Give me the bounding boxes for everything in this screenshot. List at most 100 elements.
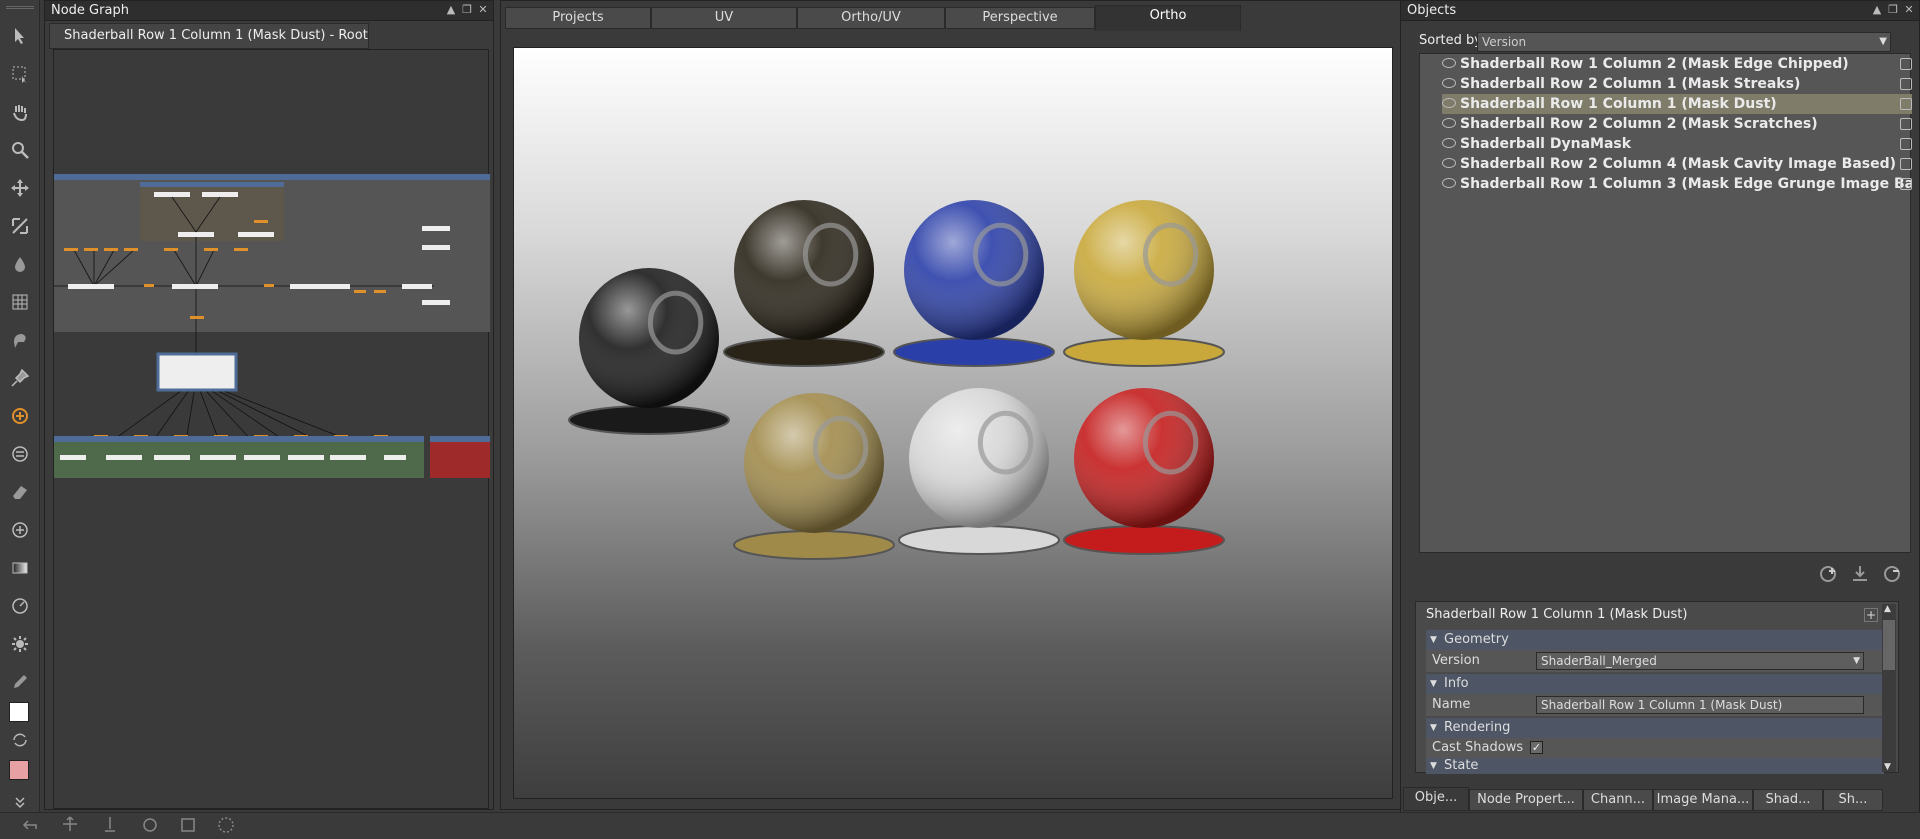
bottom-tab[interactable]: Obje...: [1403, 787, 1469, 811]
marquee-select-icon[interactable]: [8, 62, 32, 86]
swap-colors-icon[interactable]: [8, 728, 32, 752]
add-property-button[interactable]: +: [1864, 608, 1878, 622]
section-info[interactable]: ▼ Info: [1426, 674, 1884, 694]
up-arrow-icon[interactable]: ▲: [1871, 3, 1883, 17]
move-arrows-icon[interactable]: [8, 176, 32, 200]
version-select[interactable]: ShaderBall_Merged ▼: [1536, 652, 1864, 670]
visibility-eye-icon[interactable]: [1442, 178, 1456, 188]
object-list-item[interactable]: Shaderball Row 2 Column 4 (Mask Cavity I…: [1442, 154, 1912, 174]
smudge-icon[interactable]: [8, 328, 32, 352]
target-icon[interactable]: [8, 404, 32, 428]
layers-icon[interactable]: [8, 442, 32, 466]
collapse-triangle-icon[interactable]: ▼: [1430, 758, 1437, 774]
section-rendering[interactable]: ▼ Rendering: [1426, 718, 1884, 738]
anchor-icon[interactable]: [105, 817, 115, 832]
move-icon[interactable]: [63, 816, 77, 831]
scrollbar-thumb[interactable]: [1883, 620, 1895, 670]
eyedropper-icon[interactable]: [8, 670, 32, 694]
bottom-tab[interactable]: Chann...: [1583, 789, 1653, 811]
object-list-item[interactable]: Shaderball Row 1 Column 3 (Mask Edge Gru…: [1442, 174, 1912, 194]
section-state[interactable]: ▼ State: [1426, 758, 1884, 774]
object-list-item[interactable]: Shaderball Row 2 Column 1 (Mask Streaks): [1442, 74, 1912, 94]
node-graph-window-buttons: ▲ ❐ ✕: [445, 3, 489, 17]
hand-pan-icon[interactable]: [8, 100, 32, 124]
restore-icon[interactable]: ❐: [1887, 3, 1899, 17]
eraser-icon[interactable]: [8, 480, 32, 504]
name-field[interactable]: Shaderball Row 1 Column 1 (Mask Dust): [1536, 696, 1864, 714]
node-graph-tab[interactable]: Shaderball Row 1 Column 1 (Mask Dust) - …: [49, 23, 369, 49]
lock-icon[interactable]: [1900, 138, 1912, 150]
paint-drop-icon[interactable]: [8, 252, 32, 276]
lock-icon[interactable]: [1900, 58, 1912, 70]
properties-scrollbar[interactable]: ▲ ▼: [1882, 604, 1896, 772]
bottom-tab[interactable]: Sh...: [1823, 789, 1883, 811]
scroll-down-icon[interactable]: ▼: [1884, 762, 1891, 772]
restore-icon[interactable]: ❐: [461, 3, 473, 17]
lock-icon[interactable]: [1900, 178, 1912, 190]
undo-icon[interactable]: [22, 820, 37, 830]
close-icon[interactable]: ✕: [1903, 3, 1915, 17]
node-graph-canvas[interactable]: [53, 49, 490, 809]
lasso-icon[interactable]: [218, 817, 234, 833]
up-arrow-icon[interactable]: ▲: [445, 3, 457, 17]
bottom-tab[interactable]: Node Propert...: [1469, 789, 1583, 811]
object-name: Shaderball Row 1 Column 1 (Mask Dust): [1460, 96, 1777, 112]
lock-icon[interactable]: [1900, 98, 1912, 110]
visibility-eye-icon[interactable]: [1442, 78, 1456, 88]
add-circle-icon[interactable]: [8, 518, 32, 542]
tab-perspective[interactable]: Perspective: [945, 7, 1095, 29]
sorted-by-select[interactable]: Version ▼: [1477, 32, 1891, 52]
chevron-down-icon[interactable]: ▼: [1853, 653, 1860, 669]
expand-chevron-icon[interactable]: [8, 790, 32, 814]
tab-ortho[interactable]: Ortho: [1095, 5, 1241, 31]
object-properties: Shaderball Row 1 Column 1 (Mask Dust) + …: [1415, 601, 1899, 774]
tab-projects[interactable]: Projects: [505, 7, 651, 29]
import-object-icon[interactable]: [1849, 563, 1871, 585]
background-color-swatch[interactable]: [9, 760, 29, 780]
visibility-eye-icon[interactable]: [1442, 98, 1456, 108]
remove-object-icon[interactable]: [1881, 563, 1903, 585]
chevron-down-icon[interactable]: ▼: [1879, 33, 1887, 51]
node-graph-panel: Node Graph ▲ ❐ ✕ Shaderball Row 1 Column…: [44, 0, 494, 810]
bottom-tab[interactable]: Image Mana...: [1653, 789, 1753, 811]
collapse-triangle-icon[interactable]: ▼: [1430, 718, 1437, 738]
lock-icon[interactable]: [1900, 118, 1912, 130]
lock-icon[interactable]: [1900, 158, 1912, 170]
object-list-item[interactable]: Shaderball DynaMask: [1442, 134, 1912, 154]
tab-ortho-uv[interactable]: Ortho/UV: [797, 7, 945, 29]
section-geometry[interactable]: ▼ Geometry: [1426, 630, 1884, 650]
object-list-item[interactable]: Shaderball Row 1 Column 2 (Mask Edge Chi…: [1442, 54, 1912, 74]
close-icon[interactable]: ✕: [477, 3, 489, 17]
zoom-magnifier-icon[interactable]: [8, 138, 32, 162]
collapse-triangle-icon[interactable]: ▼: [1430, 674, 1437, 694]
objects-list[interactable]: Shaderball Row 1 Column 2 (Mask Edge Chi…: [1419, 53, 1912, 553]
cast-shadows-checkbox[interactable]: ✓: [1530, 741, 1543, 754]
select-arrow-icon[interactable]: [8, 24, 32, 48]
rotate-icon[interactable]: [143, 818, 157, 832]
scale-icon[interactable]: [181, 818, 195, 832]
grip-handle[interactable]: [6, 6, 34, 9]
scroll-up-icon[interactable]: ▲: [1884, 604, 1891, 614]
visibility-eye-icon[interactable]: [1442, 138, 1456, 148]
object-name: Shaderball Row 1 Column 2 (Mask Edge Chi…: [1460, 56, 1849, 72]
visibility-eye-icon[interactable]: [1442, 158, 1456, 168]
node-graph-title: Node Graph: [45, 1, 493, 21]
foreground-color-swatch[interactable]: [9, 702, 29, 722]
lock-icon[interactable]: [1900, 78, 1912, 90]
settings-gear-icon[interactable]: [8, 632, 32, 656]
collapse-triangle-icon[interactable]: ▼: [1430, 630, 1437, 650]
add-object-icon[interactable]: [1817, 563, 1839, 585]
white-sphere: [898, 388, 1060, 555]
gradient-icon[interactable]: [8, 556, 32, 580]
pin-icon[interactable]: [8, 366, 32, 390]
rotate-circle-icon[interactable]: [8, 594, 32, 618]
transform-icon[interactable]: [8, 214, 32, 238]
object-list-item[interactable]: Shaderball Row 1 Column 1 (Mask Dust): [1442, 94, 1912, 114]
visibility-eye-icon[interactable]: [1442, 118, 1456, 128]
bottom-tab[interactable]: Shad...: [1753, 789, 1823, 811]
ortho-viewport[interactable]: [513, 47, 1393, 799]
object-list-item[interactable]: Shaderball Row 2 Column 2 (Mask Scratche…: [1442, 114, 1912, 134]
grid-icon[interactable]: [8, 290, 32, 314]
tab-uv[interactable]: UV: [651, 7, 797, 29]
visibility-eye-icon[interactable]: [1442, 58, 1456, 68]
